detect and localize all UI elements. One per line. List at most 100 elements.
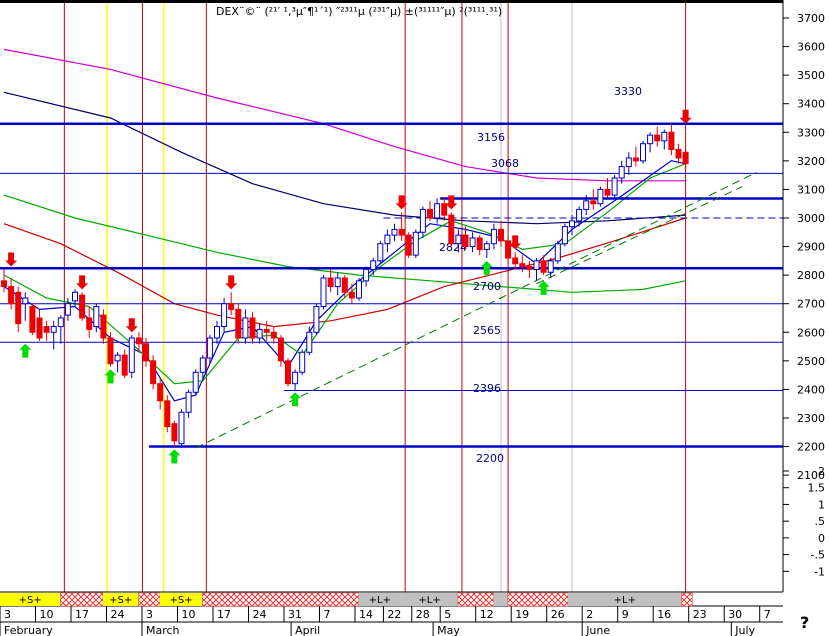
signal-band: [138, 592, 160, 607]
candle-body: [50, 326, 57, 333]
candle-body: [29, 306, 36, 333]
time-tick-label: 12: [480, 608, 494, 621]
month-label: June: [585, 624, 610, 636]
level-label: 2700: [473, 280, 501, 293]
price-tick-label: 2600: [797, 326, 825, 339]
candle-body: [654, 134, 661, 142]
candle-body: [263, 328, 270, 333]
candle-body: [356, 280, 362, 299]
candle-body: [235, 308, 242, 339]
candle-body: [398, 228, 405, 236]
candle-body: [292, 371, 299, 385]
price-tick-label: 3500: [797, 69, 825, 82]
candle-body: [519, 263, 526, 268]
candle-body: [242, 317, 249, 339]
candle-body: [320, 277, 327, 308]
signal-band-label: +L+: [614, 595, 636, 606]
candle-body: [370, 260, 377, 270]
signal-bands: +S+ +S+ +S+ +L+ +L+ +L+: [0, 592, 693, 607]
candle-body: [313, 306, 320, 333]
help-icon[interactable]: ?: [800, 613, 809, 632]
candle-body: [583, 200, 590, 210]
level-label: 3068: [491, 157, 519, 170]
candle-body: [1, 280, 7, 288]
candle-body: [79, 294, 86, 319]
candle-body: [604, 188, 611, 196]
candle-body: [334, 277, 341, 288]
level-label: 2396: [473, 382, 501, 395]
time-tick-label: 24: [253, 608, 267, 621]
level-label: 2200: [476, 452, 504, 465]
chart-title: DEX¨©¨ (²¹′ ¹,³µ″¶¹´¹) ″²³¹¹µ (²³¹″µ) ±(…: [216, 5, 502, 18]
oscillator-tick-label: -.5: [811, 549, 825, 562]
candle-body: [597, 188, 604, 205]
price-axis: 3700 3600 3500 3400 3300 3200 3100 3000 2900 2800…: [782, 0, 825, 592]
level-label: 2565: [473, 324, 501, 337]
candle-body: [632, 157, 639, 162]
price-tick-label: 3200: [797, 155, 825, 168]
level-label: 3156: [477, 131, 505, 144]
candle-body: [57, 317, 64, 328]
candle-body: [377, 243, 384, 262]
candle-body: [569, 220, 575, 228]
time-tick-label: 19: [515, 608, 529, 621]
signal-band: [457, 592, 494, 607]
candle-body: [100, 314, 107, 339]
candle-body: [441, 203, 448, 216]
time-tick-label: 10: [182, 608, 196, 621]
candle-body: [228, 303, 235, 310]
candle-body: [185, 391, 192, 413]
time-tick-label: 30: [728, 608, 742, 621]
candle-body: [299, 351, 306, 373]
time-tick-label: 26: [551, 608, 565, 621]
time-tick-label: 7: [324, 608, 331, 621]
signal-band: [507, 592, 569, 607]
candle-body: [611, 177, 618, 196]
candle-body: [135, 337, 142, 345]
candle-body: [455, 234, 462, 245]
candle-body: [306, 331, 313, 353]
signal-band: [202, 592, 359, 607]
month-label: March: [146, 624, 180, 636]
price-tick-label: 3700: [797, 12, 825, 25]
candle-body: [363, 268, 370, 282]
candle-body: [682, 151, 689, 165]
time-tick-label: 14: [359, 608, 373, 621]
candle-body: [150, 360, 157, 385]
candle-body: [121, 354, 128, 376]
month-label: February: [4, 624, 53, 636]
candle-body: [8, 286, 15, 305]
time-tick-label: 22: [387, 608, 401, 621]
oscillator-tick-label: -1: [814, 565, 825, 578]
price-tick-label: 2900: [797, 241, 825, 254]
candle-body: [668, 131, 675, 150]
signal-band-label: +L+: [418, 595, 440, 606]
candle-body: [157, 383, 164, 402]
candle-body: [341, 277, 348, 293]
time-tick-label: 7: [764, 608, 771, 621]
stock-chart: 33303156306828242700256523962200 DEX¨©¨ …: [0, 0, 825, 636]
candle-body: [128, 337, 135, 373]
signal-band: [493, 593, 508, 606]
signal-band: [60, 592, 104, 607]
price-tick-label: 2400: [797, 383, 825, 396]
candle-body: [533, 260, 540, 270]
candle-body: [469, 237, 476, 248]
candle-body: [22, 297, 29, 305]
candle-body: [277, 337, 284, 362]
candle-body: [561, 226, 568, 245]
time-tick-label: 31: [288, 608, 302, 621]
candle-body: [64, 303, 71, 316]
candle-body: [476, 237, 483, 250]
candle-body: [143, 343, 149, 362]
candle-body: [43, 326, 50, 333]
candle-body: [192, 371, 199, 393]
candle-body: [270, 331, 277, 339]
candle-body: [214, 326, 220, 339]
time-tick-label: 10: [40, 608, 54, 621]
time-tick-label: 9: [622, 608, 629, 621]
price-tick-label: 3600: [797, 41, 825, 54]
candle-body: [547, 260, 554, 273]
time-tick-label: 17: [217, 608, 231, 621]
candle-body: [490, 228, 497, 245]
